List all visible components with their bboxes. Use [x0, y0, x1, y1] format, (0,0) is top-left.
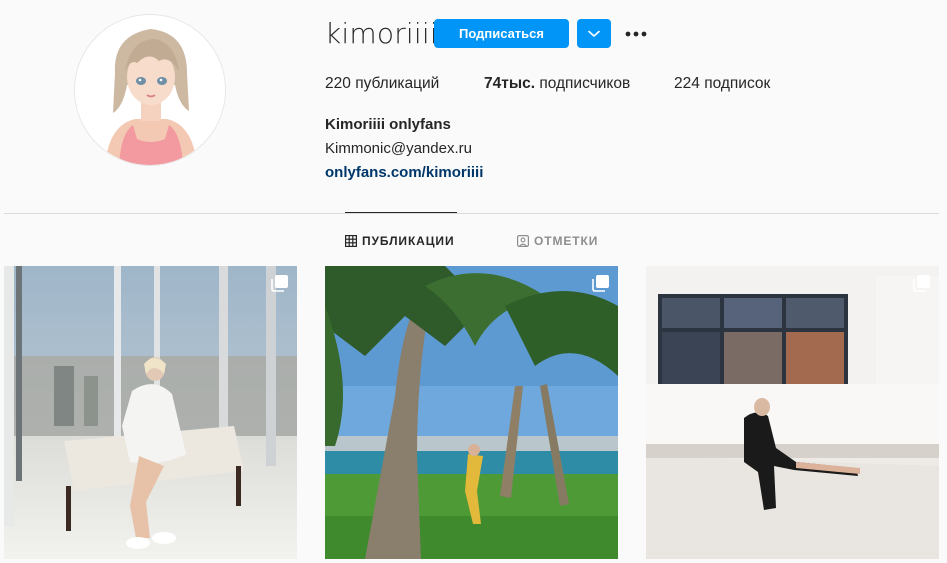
more-options-icon — [625, 31, 647, 37]
followers-count[interactable]: 74тыс. подписчиков — [484, 75, 630, 93]
grid-icon — [345, 235, 357, 247]
tabs-divider — [4, 213, 939, 214]
more-options-button[interactable] — [622, 22, 650, 46]
followers-count-label: подписчиков — [539, 75, 631, 92]
profile-avatar[interactable] — [74, 14, 226, 166]
post-thumbnail-1[interactable] — [4, 266, 297, 559]
posts-count-label: публикаций — [355, 75, 440, 92]
avatar-illustration — [75, 15, 225, 165]
profile-full-name: Kimoriiii onlyfans — [325, 116, 451, 133]
multiple-posts-icon — [592, 275, 609, 292]
following-count[interactable]: 224 подписок — [674, 75, 770, 93]
chevron-down-icon — [588, 30, 600, 37]
post-thumbnail-2[interactable] — [325, 266, 618, 559]
active-tab-indicator — [345, 212, 457, 213]
posts-count-value: 220 — [325, 75, 351, 92]
follow-button[interactable]: Подписаться — [434, 19, 569, 48]
post-image-2 — [325, 266, 618, 559]
posts-count: 220 публикаций — [325, 75, 439, 93]
tab-tagged[interactable]: ОТМЕТКИ — [517, 232, 598, 250]
tab-posts[interactable]: ПУБЛИКАЦИИ — [345, 232, 454, 250]
following-count-value: 224 — [674, 75, 700, 92]
post-image-3 — [646, 266, 939, 559]
post-thumbnail-3[interactable] — [646, 266, 939, 559]
profile-username: kimoriiii — [325, 17, 438, 50]
tab-tagged-label: ОТМЕТКИ — [534, 234, 599, 248]
post-image-1 — [4, 266, 297, 559]
tab-posts-label: ПУБЛИКАЦИИ — [362, 234, 455, 248]
tagged-icon — [517, 235, 529, 247]
profile-bio-email: Kimmonic@yandex.ru — [325, 140, 472, 157]
following-count-label: подписок — [704, 75, 771, 92]
multiple-posts-icon — [271, 275, 288, 292]
suggested-accounts-button[interactable] — [577, 19, 611, 48]
profile-external-link[interactable]: onlyfans.com/kimoriiii — [325, 164, 483, 181]
multiple-posts-icon — [913, 275, 930, 292]
followers-count-value: 74тыс. — [484, 75, 535, 92]
